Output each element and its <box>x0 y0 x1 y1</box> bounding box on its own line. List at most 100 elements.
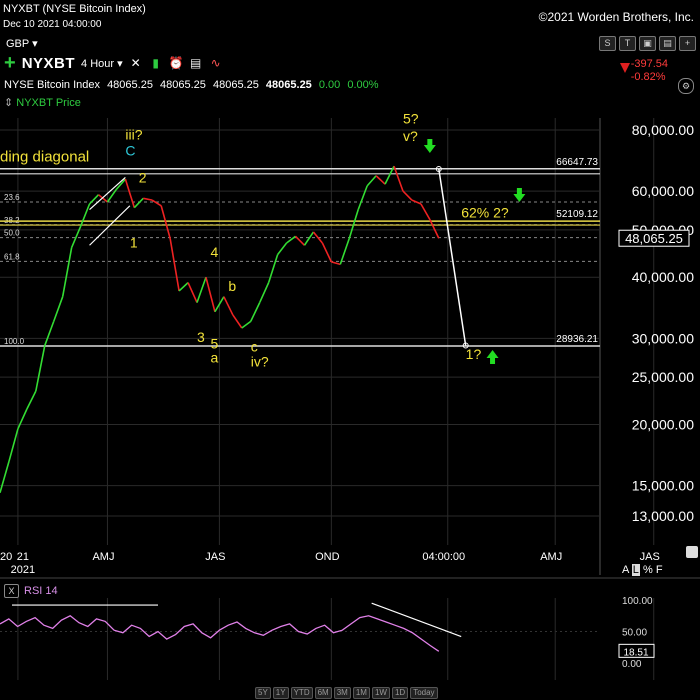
price-segment <box>276 242 288 256</box>
x-axis-label: AMJ <box>92 551 114 563</box>
price-segment <box>366 175 377 187</box>
range-button-5y[interactable]: 5Y <box>255 687 271 699</box>
price-segment <box>160 205 171 239</box>
range-button-1w[interactable]: 1W <box>371 687 390 699</box>
scale-options: A L % F <box>622 564 663 576</box>
price-axis-label: 60,000.00 <box>632 183 694 199</box>
current-price-label: 48,065.25 <box>625 231 683 246</box>
price-segment <box>402 190 413 201</box>
price-segment <box>232 314 243 329</box>
price-segment <box>124 178 136 208</box>
range-button-today[interactable]: Today <box>410 687 438 699</box>
scale-log-button[interactable]: L <box>631 564 640 576</box>
wave-annotation: 1 <box>130 235 138 251</box>
price-segment <box>250 302 261 322</box>
level-label: 28936.21 <box>556 334 598 345</box>
price-segment <box>26 390 37 410</box>
price-segment <box>52 296 64 322</box>
price-segment <box>357 185 368 210</box>
scale-f-button[interactable]: F <box>656 564 663 576</box>
green-arrow-icon <box>513 188 526 202</box>
chart-svg: 80,000.0060,000.0050,000.0040,000.0030,0… <box>0 110 700 680</box>
fib-label: 61.8 <box>4 252 20 261</box>
price-segment <box>17 408 28 430</box>
price-segment <box>44 321 55 346</box>
price-axis-label: 20,000.00 <box>632 416 694 432</box>
price-axis-label: 40,000.00 <box>632 269 694 285</box>
wave-annotation: v? <box>403 128 418 144</box>
price-segment <box>429 219 440 239</box>
fib-label: 100.0 <box>4 337 25 346</box>
wave-annotation: iv? <box>251 353 269 369</box>
price-segment <box>321 242 333 263</box>
price-segment <box>258 282 270 303</box>
wave-annotation: 3 <box>197 329 205 345</box>
price-segment <box>411 199 422 205</box>
price-segment <box>348 209 359 239</box>
x-axis-label: OND <box>315 551 340 563</box>
price-segment <box>205 277 216 312</box>
range-button-1y[interactable]: 1Y <box>272 687 289 699</box>
level-label: 66647.73 <box>556 157 598 168</box>
scale-percent-button[interactable]: % <box>643 564 653 576</box>
price-segment <box>267 254 279 283</box>
wave-annotation: 62% 2? <box>461 204 509 220</box>
range-button-6m[interactable]: 6M <box>314 687 332 699</box>
price-segment <box>79 203 91 227</box>
price-segment <box>133 197 144 209</box>
price-segment <box>375 175 386 185</box>
range-button-1d[interactable]: 1D <box>391 687 409 699</box>
wave-annotation: ding diagonal <box>0 148 89 165</box>
price-segment <box>0 461 10 494</box>
wave-annotation: 2 <box>139 169 147 185</box>
price-axis-label: 13,000.00 <box>632 508 694 524</box>
price-segment <box>303 231 315 246</box>
range-button-1m[interactable]: 1M <box>352 687 370 699</box>
price-segment <box>393 165 404 192</box>
rsi-tick-label: 0.00 <box>622 659 642 670</box>
wave-annotation: 1? <box>466 346 482 362</box>
rsi-tick-label: 100.00 <box>622 596 653 607</box>
price-segment <box>187 282 198 303</box>
price-axis-label: 15,000.00 <box>632 478 694 494</box>
green-arrow-icon <box>486 350 499 364</box>
price-segment <box>8 428 19 462</box>
price-axis-label: 80,000.00 <box>632 122 694 138</box>
fib-label: 38.2 <box>4 216 20 225</box>
level-label: 52109.12 <box>556 209 598 220</box>
close-icon[interactable]: X <box>4 584 19 598</box>
range-button-ytd[interactable]: YTD <box>290 687 313 699</box>
rsi-current-label: 18.51 <box>623 647 648 658</box>
price-segment <box>196 276 207 303</box>
range-buttons: 5Y 1Y YTD 6M 3M 1M 1W 1D Today <box>255 687 438 699</box>
price-segment <box>286 235 297 244</box>
rsi-label: RSI 14 <box>24 585 58 597</box>
pencil-icon[interactable] <box>686 546 698 558</box>
x-axis-label: JAS <box>640 551 660 563</box>
wave-annotation: c <box>251 339 258 355</box>
price-segment <box>151 199 162 207</box>
rsi-tick-label: 50.00 <box>622 628 647 639</box>
wave-annotation: C <box>125 142 135 158</box>
wave-annotation: 5? <box>403 110 419 126</box>
x-axis-label: 21 <box>17 551 29 563</box>
price-segment <box>223 296 234 316</box>
wave-annotation: 4 <box>210 244 218 260</box>
wave-annotation: b <box>228 278 236 294</box>
x-axis-label: JAS <box>205 551 225 563</box>
price-segment <box>35 345 46 392</box>
price-segment <box>61 247 73 297</box>
price-axis-label: 30,000.00 <box>632 330 694 346</box>
range-button-3m[interactable]: 3M <box>333 687 351 699</box>
price-segment <box>331 261 341 266</box>
price-segment <box>339 238 351 265</box>
x-axis-sublabel: 2021 <box>11 564 35 576</box>
scale-auto-button[interactable]: A <box>622 564 629 576</box>
x-axis-label: 04:00:00 <box>422 551 465 563</box>
fib-label: 50.0 <box>4 229 20 238</box>
green-arrow-icon <box>423 139 436 153</box>
price-axis-label: 25,000.00 <box>632 369 694 385</box>
x-axis-label: 20 <box>0 551 12 563</box>
wave-annotation: a <box>210 349 218 365</box>
price-segment <box>420 203 431 220</box>
